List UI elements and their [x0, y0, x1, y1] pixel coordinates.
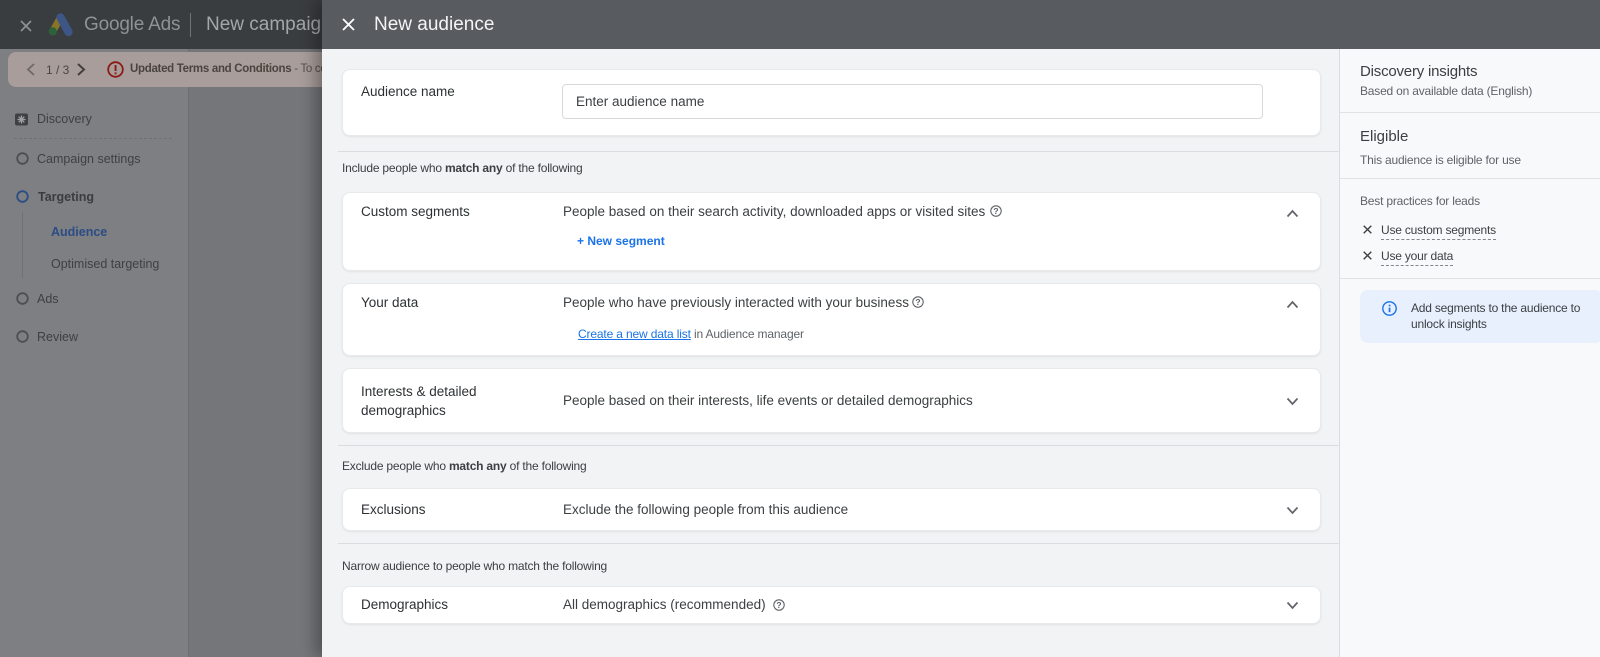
svg-text:?: ? — [993, 206, 998, 216]
svg-text:?: ? — [915, 297, 920, 307]
svg-text:?: ? — [776, 600, 781, 610]
